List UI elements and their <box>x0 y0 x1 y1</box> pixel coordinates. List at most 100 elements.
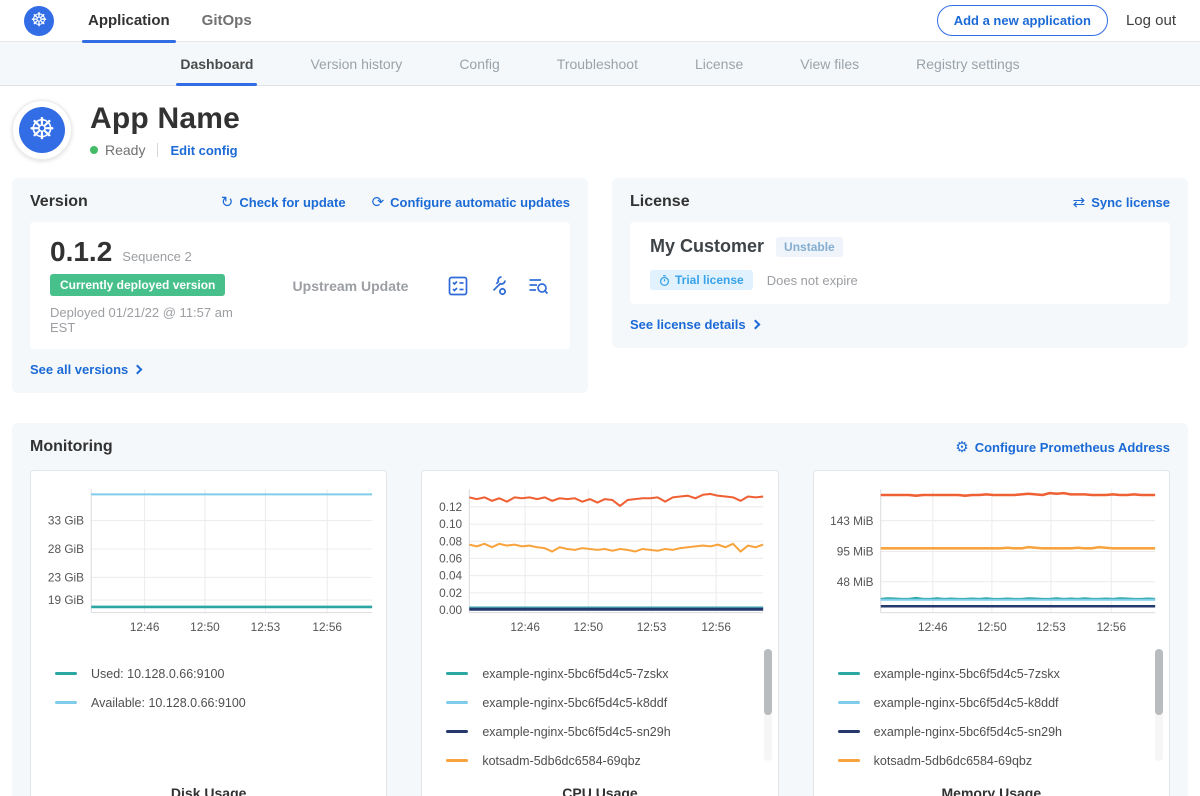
legend-item: Used: 10.128.0.66:9100 <box>55 659 378 688</box>
svg-text:28 GiB: 28 GiB <box>48 542 84 556</box>
version-number: 0.1.2 <box>50 236 112 268</box>
legend-swatch <box>446 672 468 675</box>
scrollbar-thumb[interactable] <box>1155 649 1163 715</box>
tab-version-history[interactable]: Version history <box>310 42 402 86</box>
sync-license-link[interactable]: ⇄ Sync license <box>1073 195 1170 210</box>
legend-item: kotsadm-5db6dc6584-69qbz <box>838 746 1161 775</box>
svg-text:0.08: 0.08 <box>439 534 462 548</box>
svg-text:95 MiB: 95 MiB <box>836 545 873 559</box>
stopwatch-icon <box>659 275 670 286</box>
svg-text:12:56: 12:56 <box>312 620 342 634</box>
legend-label: example-nginx-5bc6f5d4c5-sn29h <box>482 725 670 739</box>
svg-text:12:56: 12:56 <box>1096 620 1126 634</box>
license-card: License ⇄ Sync license My Customer Unsta… <box>612 178 1188 348</box>
legend-item: example-nginx-5bc6f5d4c5-7zskx <box>446 659 769 688</box>
top-nav: ☸ Application GitOps Add a new applicati… <box>0 0 1200 42</box>
disk-usage-chart: 12:4612:5012:5312:5633 GiB28 GiB23 GiB19… <box>39 481 378 643</box>
tab-license[interactable]: License <box>695 42 743 86</box>
legend-swatch <box>446 759 468 762</box>
legend-item: kotsadm-5db6dc6584-69qbz <box>446 746 769 775</box>
svg-text:0.04: 0.04 <box>439 569 462 583</box>
legend-swatch <box>838 672 860 675</box>
legend-item: example-nginx-5bc6f5d4c5-k8ddf <box>838 688 1161 717</box>
monitoring-section: Monitoring ⚙ Configure Prometheus Addres… <box>12 423 1188 796</box>
legend-swatch <box>838 730 860 733</box>
app-sub-nav: Dashboard Version history Config Trouble… <box>0 42 1200 86</box>
legend-swatch <box>446 701 468 704</box>
memory-usage-legend: example-nginx-5bc6f5d4c5-7zskx example-ng… <box>838 659 1161 775</box>
legend-item: Available: 10.128.0.66:9100 <box>55 688 378 717</box>
chart-title: Memory Usage <box>822 785 1161 796</box>
svg-text:143 MiB: 143 MiB <box>830 514 873 528</box>
legend-label: example-nginx-5bc6f5d4c5-sn29h <box>874 725 1062 739</box>
logout-link[interactable]: Log out <box>1126 12 1176 29</box>
currently-deployed-badge: Currently deployed version <box>50 274 225 296</box>
version-heading: Version <box>30 193 88 211</box>
preflight-checks-icon[interactable] <box>446 274 470 298</box>
page-title: App Name <box>90 102 240 136</box>
cpu-usage-chart-card: 12:4612:5012:5312:560.120.100.080.060.04… <box>421 470 778 796</box>
scrollbar-thumb[interactable] <box>764 649 772 715</box>
svg-text:12:53: 12:53 <box>1036 620 1066 634</box>
tab-registry-settings[interactable]: Registry settings <box>916 42 1019 86</box>
version-source-label: Upstream Update <box>255 278 446 294</box>
license-heading: License <box>630 193 690 211</box>
see-all-versions-link[interactable]: See all versions <box>30 362 141 377</box>
kubernetes-logo-icon[interactable]: ☸ <box>24 6 54 36</box>
svg-text:48 MiB: 48 MiB <box>836 575 873 589</box>
chart-title: CPU Usage <box>430 785 769 796</box>
legend-item: example-nginx-5bc6f5d4c5-7zskx <box>838 659 1161 688</box>
license-expiry: Does not expire <box>767 273 858 288</box>
svg-text:0.00: 0.00 <box>439 603 462 617</box>
svg-text:33 GiB: 33 GiB <box>48 514 84 528</box>
status-label: Ready <box>105 142 145 158</box>
add-application-button[interactable]: Add a new application <box>937 5 1108 36</box>
memory-usage-chart: 12:4612:5012:5312:56143 MiB95 MiB48 MiB <box>822 481 1161 643</box>
check-for-update-link[interactable]: ↻ Check for update <box>221 195 346 210</box>
svg-text:23 GiB: 23 GiB <box>48 570 84 584</box>
legend-scrollbar[interactable] <box>764 649 772 761</box>
sync-arrows-icon: ⇄ <box>1073 195 1086 210</box>
tab-troubleshoot[interactable]: Troubleshoot <box>557 42 638 86</box>
svg-text:12:53: 12:53 <box>637 620 667 634</box>
current-version-row: 0.1.2 Sequence 2 Currently deployed vers… <box>30 222 570 349</box>
refresh-icon: ↻ <box>221 195 234 210</box>
customer-name: My Customer <box>650 236 764 257</box>
disk-usage-legend: Used: 10.128.0.66:9100Available: 10.128.… <box>55 659 378 717</box>
tab-view-files[interactable]: View files <box>800 42 859 86</box>
gear-icon: ⚙ <box>955 440 968 455</box>
monitoring-heading: Monitoring <box>30 438 113 456</box>
legend-label: example-nginx-5bc6f5d4c5-k8ddf <box>874 696 1059 710</box>
svg-text:0.06: 0.06 <box>439 552 462 566</box>
svg-text:12:53: 12:53 <box>251 620 281 634</box>
svg-text:12:50: 12:50 <box>574 620 604 634</box>
configure-prometheus-link[interactable]: ⚙ Configure Prometheus Address <box>955 440 1170 455</box>
view-diff-logs-icon[interactable] <box>526 274 550 298</box>
svg-text:0.10: 0.10 <box>439 517 462 531</box>
version-sequence: Sequence 2 <box>122 249 191 264</box>
topnav-tab-application[interactable]: Application <box>88 0 170 42</box>
configure-automatic-updates-link[interactable]: ⟳ Configure automatic updates <box>372 195 570 210</box>
tab-dashboard[interactable]: Dashboard <box>180 42 253 86</box>
divider <box>157 143 158 157</box>
cpu-usage-legend: example-nginx-5bc6f5d4c5-7zskx example-ng… <box>446 659 769 775</box>
legend-label: example-nginx-5bc6f5d4c5-k8ddf <box>482 696 667 710</box>
edit-config-wrench-icon[interactable] <box>486 274 510 298</box>
legend-swatch <box>838 701 860 704</box>
see-license-details-link[interactable]: See license details <box>630 317 759 332</box>
legend-item: example-nginx-5bc6f5d4c5-sn29h <box>838 717 1161 746</box>
legend-scrollbar[interactable] <box>1155 649 1163 761</box>
legend-label: kotsadm-5db6dc6584-69qbz <box>874 754 1032 768</box>
legend-swatch <box>55 701 77 704</box>
tab-config[interactable]: Config <box>459 42 499 86</box>
legend-label: example-nginx-5bc6f5d4c5-7zskx <box>482 667 668 681</box>
edit-config-link[interactable]: Edit config <box>170 143 237 158</box>
chart-title: Disk Usage <box>39 785 378 796</box>
svg-text:0.12: 0.12 <box>439 500 462 514</box>
legend-label: kotsadm-5db6dc6584-69qbz <box>482 754 640 768</box>
kubernetes-app-icon: ☸ <box>19 107 65 153</box>
topnav-tab-gitops[interactable]: GitOps <box>202 0 252 42</box>
schedule-refresh-icon: ⟳ <box>372 195 385 210</box>
app-avatar: ☸ <box>12 100 72 160</box>
legend-swatch <box>838 759 860 762</box>
